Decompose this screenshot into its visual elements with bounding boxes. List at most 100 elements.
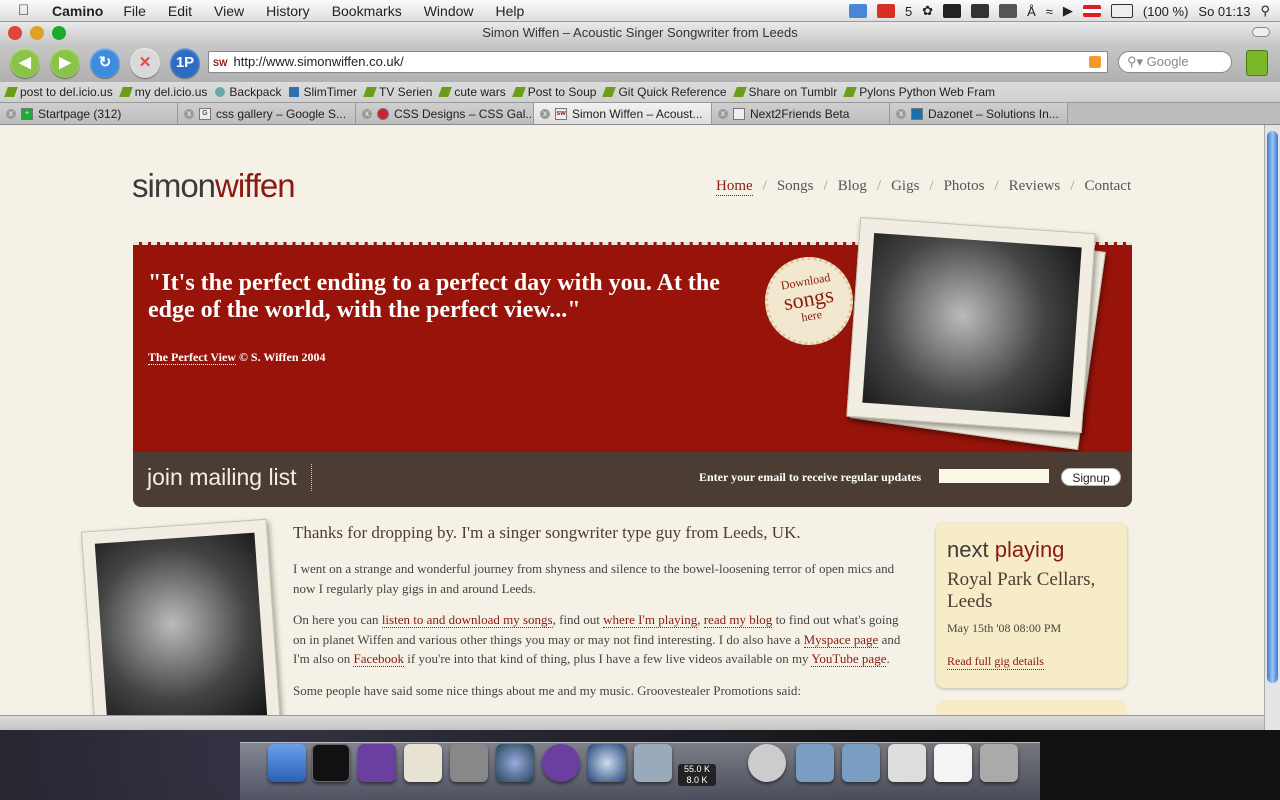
close-window-button[interactable]: [8, 26, 22, 40]
blog-link[interactable]: read my blog: [703, 612, 773, 628]
network-monitor[interactable]: 55.0 K 8.0 K: [678, 764, 716, 786]
close-tab-icon[interactable]: x: [718, 108, 728, 119]
tab-bar: x + Startpage (312) x Gcss gallery – Google…: [0, 103, 1280, 125]
close-tab-icon[interactable]: x: [362, 108, 372, 119]
nav-reviews[interactable]: Reviews: [1009, 178, 1061, 196]
bookmark-item[interactable]: my del.icio.us: [118, 85, 207, 99]
menu-view[interactable]: View: [214, 3, 244, 19]
gigs-link[interactable]: where I'm playing: [603, 612, 698, 628]
stop-button[interactable]: ✕: [130, 48, 160, 78]
adium-icon[interactable]: [542, 744, 580, 782]
display-icon[interactable]: [971, 4, 990, 18]
volume-icon[interactable]: ▶: [1063, 3, 1073, 19]
rss-icon[interactable]: [1089, 56, 1101, 68]
tab-dazonet[interactable]: x Dazonet – Solutions In...: [890, 103, 1068, 124]
mail-icon[interactable]: [748, 744, 786, 782]
paragraph-2: On here you can listen to and download m…: [293, 612, 901, 667]
terminal-icon[interactable]: [312, 744, 350, 782]
toolbar-toggle-button[interactable]: [1252, 27, 1270, 37]
menu-window[interactable]: Window: [424, 3, 474, 19]
menu-history[interactable]: History: [266, 3, 310, 19]
menu-bookmarks[interactable]: Bookmarks: [332, 3, 402, 19]
menu-help[interactable]: Help: [496, 3, 525, 19]
bookmark-item[interactable]: cute wars: [438, 85, 506, 99]
tab-next2friends[interactable]: x Next2Friends Beta: [712, 103, 890, 124]
menu-edit[interactable]: Edit: [168, 3, 192, 19]
system-preferences-icon[interactable]: [450, 744, 488, 782]
gig-details-link[interactable]: Read full gig details: [947, 654, 1044, 670]
nav-gigs[interactable]: Gigs: [891, 178, 919, 196]
bluetooth-icon[interactable]: Å: [1027, 4, 1036, 19]
bookmark-manager-button[interactable]: [1246, 50, 1268, 76]
mail-count: 5: [904, 3, 913, 19]
apple-menu-icon[interactable]: : [18, 2, 38, 19]
bookmark-item[interactable]: TV Serien: [363, 85, 432, 99]
minimize-window-button[interactable]: [30, 26, 44, 40]
app-icon[interactable]: [358, 744, 396, 782]
close-tab-icon[interactable]: x: [6, 108, 16, 119]
forward-button[interactable]: ▶: [50, 48, 80, 78]
search-field[interactable]: ⚲▾ Google: [1118, 51, 1232, 73]
reload-button[interactable]: ↻: [90, 48, 120, 78]
google-favicon: G: [199, 107, 211, 120]
nav-blog[interactable]: Blog: [838, 178, 867, 196]
documents-folder-icon[interactable]: [796, 744, 834, 782]
back-button[interactable]: ◀: [10, 48, 40, 78]
finder-icon[interactable]: [268, 744, 306, 782]
hero-polaroid: [846, 217, 1106, 451]
songs-link[interactable]: listen to and download my songs: [381, 612, 553, 628]
scroll-thumb[interactable]: [1267, 131, 1278, 683]
iphoto-icon[interactable]: [634, 744, 672, 782]
clock[interactable]: So 01:13: [1198, 4, 1250, 19]
stack-icon[interactable]: [888, 744, 926, 782]
paw-icon[interactable]: ✿: [922, 3, 933, 19]
close-tab-icon[interactable]: x: [540, 108, 550, 119]
gmail-icon[interactable]: [876, 4, 895, 18]
bookmark-item[interactable]: post to del.icio.us: [4, 85, 113, 99]
site-logo[interactable]: simonwiffen: [132, 167, 296, 205]
bookmark-item[interactable]: SlimTimer: [289, 85, 357, 99]
page-scrollbar[interactable]: [1264, 125, 1280, 730]
myspace-link[interactable]: Myspace page: [803, 631, 879, 648]
calendar-icon[interactable]: [848, 4, 867, 18]
email-input[interactable]: [939, 469, 1049, 483]
close-tab-icon[interactable]: x: [184, 108, 194, 119]
search-icon: ⚲▾: [1127, 54, 1147, 69]
keyboard-icon[interactable]: [999, 4, 1018, 18]
nav-photos[interactable]: Photos: [944, 178, 985, 196]
tab-css-gallery[interactable]: x Gcss gallery – Google S...: [178, 103, 356, 124]
document-icon[interactable]: [934, 744, 972, 782]
onepassword-button[interactable]: 1P: [170, 48, 200, 78]
camino-icon[interactable]: [588, 744, 626, 782]
facebook-link[interactable]: Facebook: [353, 651, 405, 667]
bookmark-item[interactable]: Pylons Python Web Fram: [843, 85, 995, 99]
flag-icon[interactable]: [1082, 5, 1101, 17]
nav-home[interactable]: Home: [716, 178, 753, 196]
zoom-window-button[interactable]: [52, 26, 66, 40]
tab-simon-wiffen[interactable]: x sw Simon Wiffen – Acoust...: [534, 103, 712, 124]
nav-contact[interactable]: Contact: [1084, 178, 1131, 196]
tab-css-designs[interactable]: x CSS Designs – CSS Gal...: [356, 103, 534, 124]
spotlight-icon[interactable]: ⚲: [1260, 3, 1270, 19]
bookmark-item[interactable]: Post to Soup: [511, 85, 596, 99]
download-songs-badge[interactable]: Download songs here: [758, 250, 860, 352]
cssedit-icon[interactable]: [404, 744, 442, 782]
nav-songs[interactable]: Songs: [777, 178, 814, 196]
bookmark-item[interactable]: Share on Tumblr: [732, 85, 837, 99]
menu-file[interactable]: File: [123, 3, 146, 19]
battery-icon[interactable]: [1110, 4, 1133, 18]
wifi-icon[interactable]: ≈: [1046, 4, 1053, 19]
close-tab-icon[interactable]: x: [896, 108, 906, 119]
app-switch-icon[interactable]: [943, 4, 962, 18]
time-machine-icon[interactable]: [496, 744, 534, 782]
youtube-link[interactable]: YouTube page: [811, 651, 887, 667]
movies-folder-icon[interactable]: [842, 744, 880, 782]
trash-icon[interactable]: [980, 744, 1018, 782]
bookmark-item[interactable]: Backpack: [215, 85, 281, 99]
song-link[interactable]: The Perfect View: [148, 350, 236, 365]
signup-button[interactable]: Signup: [1061, 468, 1121, 486]
url-bar[interactable]: SW http://www.simonwiffen.co.uk/: [208, 51, 1108, 73]
bookmark-item[interactable]: Git Quick Reference: [602, 85, 727, 99]
menu-app-name[interactable]: Camino: [52, 3, 103, 19]
tab-startpage[interactable]: x + Startpage (312): [0, 103, 178, 124]
